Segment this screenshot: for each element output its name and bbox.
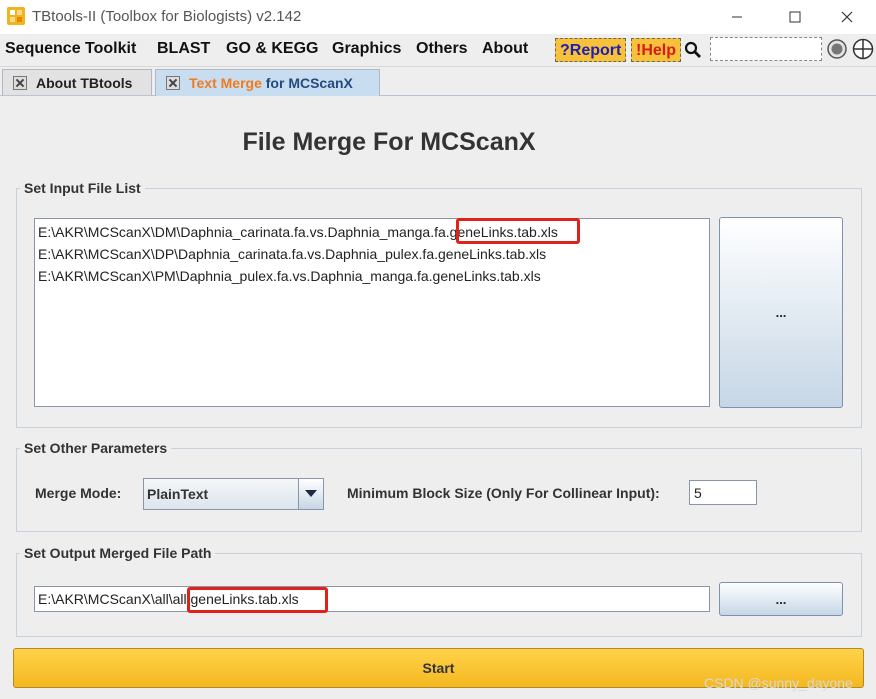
tbtools-logo-icon: [7, 7, 25, 25]
minimize-icon: [732, 16, 742, 18]
title-bar: TBtools-II (Toolbox for Biologists) v2.1…: [0, 0, 876, 34]
browse-output-button[interactable]: ...: [719, 582, 843, 616]
menu-go-kegg[interactable]: GO & KEGG: [226, 40, 318, 58]
chevron-down-icon[interactable]: [298, 479, 323, 509]
input-group-title: Set Input File List: [20, 180, 145, 196]
close-window-button[interactable]: [818, 0, 876, 34]
menu-sequence-toolkit[interactable]: Sequence Toolkit: [5, 40, 136, 58]
tab-label: About TBtools: [36, 74, 133, 91]
tab-close-icon[interactable]: [166, 76, 180, 90]
min-block-size-input[interactable]: [689, 480, 757, 505]
tab-label: Text Merge for MCScanX: [189, 75, 353, 91]
tab-text-merge[interactable]: Text Merge for MCScanX: [155, 69, 380, 96]
tab-close-icon[interactable]: [13, 75, 27, 90]
menu-search-input[interactable]: [710, 37, 822, 61]
merge-mode-label: Merge Mode:: [35, 485, 122, 501]
list-item[interactable]: E:\AKR\MCScanX\PM\Daphnia_pulex.fa.vs.Da…: [38, 268, 541, 284]
maximize-icon: [789, 11, 801, 23]
grid-icon[interactable]: [852, 38, 874, 60]
parameters-group-title: Set Other Parameters: [20, 440, 172, 456]
page-title: File Merge For MCScanX: [242, 128, 536, 156]
window-title: TBtools-II (Toolbox for Biologists) v2.1…: [32, 8, 302, 25]
menu-others[interactable]: Others: [416, 40, 468, 58]
browse-input-button[interactable]: ...: [719, 217, 843, 408]
minimize-button[interactable]: [708, 0, 766, 34]
tab-about-tbtools[interactable]: About TBtools: [2, 69, 152, 95]
output-group-title: Set Output Merged File Path: [20, 545, 216, 561]
watermark: CSDN @sunny_dayone: [704, 675, 853, 691]
help-button[interactable]: !Help: [631, 38, 681, 62]
menu-blast[interactable]: BLAST: [157, 40, 210, 58]
output-path-input[interactable]: [34, 586, 710, 612]
merge-mode-select[interactable]: PlainText: [143, 478, 324, 510]
search-icon[interactable]: [684, 41, 702, 59]
tab-label-highlight: Text Merge: [189, 75, 262, 91]
tab-label-rest: for MCScanX: [261, 75, 353, 91]
highlight-annotation: [187, 587, 328, 613]
list-item[interactable]: E:\AKR\MCScanX\DP\Daphnia_carinata.fa.vs…: [38, 246, 546, 262]
menu-graphics[interactable]: Graphics: [332, 40, 401, 58]
highlight-annotation: [456, 218, 580, 244]
menu-about[interactable]: About: [482, 40, 528, 58]
close-icon: [841, 11, 853, 23]
record-icon[interactable]: [826, 38, 848, 60]
merge-mode-value: PlainText: [147, 486, 209, 502]
report-button[interactable]: ?Report: [555, 38, 626, 62]
maximize-button[interactable]: [766, 0, 824, 34]
tab-bar: About TBtools Text Merge for MCScanX: [0, 67, 876, 96]
min-block-size-label: Minimum Block Size (Only For Collinear I…: [347, 485, 660, 501]
input-file-list[interactable]: E:\AKR\MCScanX\DM\Daphnia_carinata.fa.vs…: [34, 218, 710, 407]
